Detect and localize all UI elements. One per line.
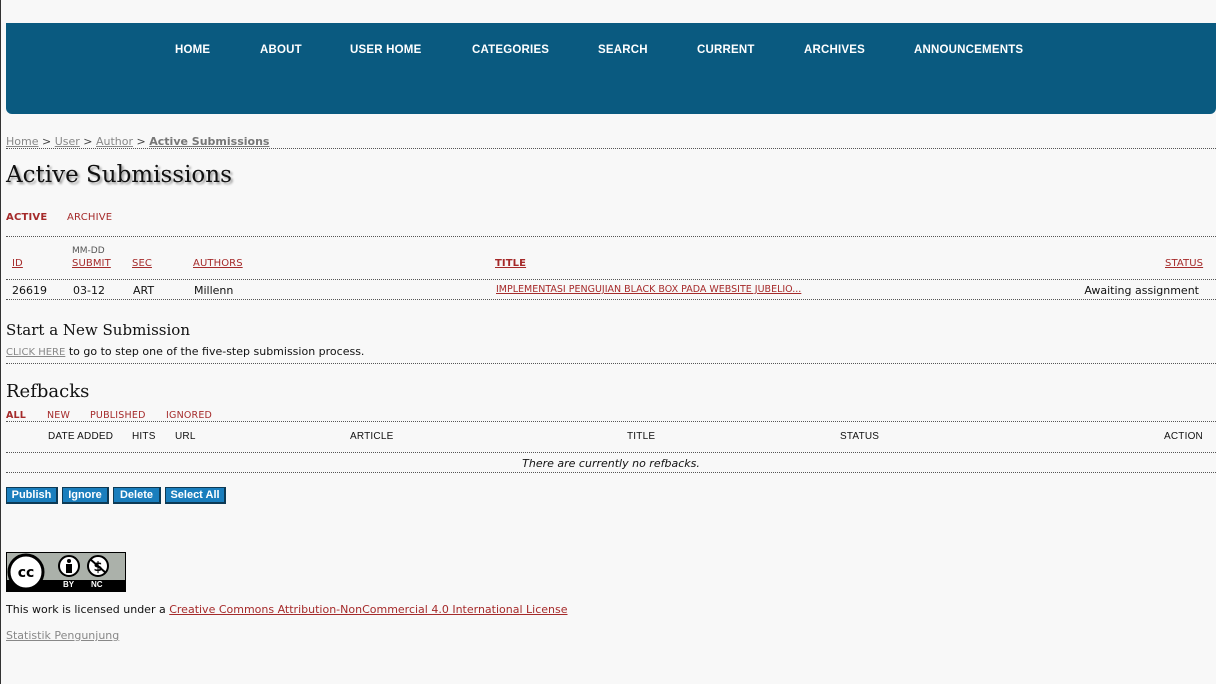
refbacks-header-url: URL bbox=[175, 431, 196, 442]
divider bbox=[6, 236, 1216, 237]
refbacks-header-date-added: DATE ADDED bbox=[48, 431, 114, 442]
select-all-button[interactable]: Select All bbox=[165, 487, 226, 504]
delete-button[interactable]: Delete bbox=[113, 487, 161, 504]
column-header-submit[interactable]: SUBMIT bbox=[72, 258, 111, 269]
filter-new[interactable]: NEW bbox=[47, 410, 70, 421]
nav-user-home[interactable]: USER HOME bbox=[350, 44, 421, 56]
breadcrumb: Home > User > Author > Active Submission… bbox=[6, 135, 269, 148]
tab-active[interactable]: ACTIVE bbox=[6, 212, 47, 223]
filter-published[interactable]: PUBLISHED bbox=[90, 410, 146, 421]
column-header-title[interactable]: TITLE bbox=[495, 258, 526, 269]
left-border bbox=[0, 0, 1, 684]
new-submission-description: to go to step one of the five-step submi… bbox=[68, 345, 365, 358]
click-here-link[interactable]: CLICK HERE bbox=[6, 347, 65, 358]
submission-title-link[interactable]: IMPLEMENTASI PENGUJIAN BLACK BOX PADA WE… bbox=[496, 284, 801, 295]
visitor-statistics-link[interactable]: Statistik Pengunjung bbox=[6, 629, 119, 642]
cc-license-badge[interactable]: cc $ BY NC bbox=[6, 552, 126, 592]
breadcrumb-home[interactable]: Home bbox=[6, 135, 38, 148]
nav-announcements[interactable]: ANNOUNCEMENTS bbox=[914, 44, 1023, 56]
column-header-mmdd: MM-DD bbox=[72, 246, 105, 256]
breadcrumb-user[interactable]: User bbox=[55, 135, 80, 148]
submission-id: 26619 bbox=[12, 284, 47, 297]
divider bbox=[6, 299, 1216, 300]
breadcrumb-separator: > bbox=[41, 135, 52, 148]
nav-about[interactable]: ABOUT bbox=[260, 44, 302, 56]
license-prefix: This work is licensed under a bbox=[6, 603, 166, 616]
new-submission-heading: Start a New Submission bbox=[6, 321, 190, 339]
filter-ignored[interactable]: IGNORED bbox=[166, 410, 212, 421]
breadcrumb-current[interactable]: Active Submissions bbox=[149, 135, 269, 148]
refbacks-header-hits: HITS bbox=[132, 431, 156, 442]
main-navbar: HOME ABOUT USER HOME CATEGORIES SEARCH C… bbox=[6, 23, 1216, 114]
refbacks-heading: Refbacks bbox=[6, 381, 90, 402]
nav-current[interactable]: CURRENT bbox=[697, 44, 755, 56]
nav-categories[interactable]: CATEGORIES bbox=[472, 44, 549, 56]
submission-section: ART bbox=[133, 284, 155, 297]
tab-archive[interactable]: ARCHIVE bbox=[67, 212, 112, 223]
nav-search[interactable]: SEARCH bbox=[598, 44, 648, 56]
column-header-authors[interactable]: AUTHORS bbox=[193, 258, 243, 269]
badge-by-label: BY bbox=[63, 580, 75, 589]
ignore-button[interactable]: Ignore bbox=[62, 487, 109, 504]
refbacks-header-status: STATUS bbox=[840, 431, 880, 442]
refbacks-header-title: TITLE bbox=[627, 431, 656, 442]
svg-text:cc: cc bbox=[18, 565, 35, 581]
license-text: This work is licensed under a Creative C… bbox=[6, 603, 568, 616]
page-title: Active Submissions bbox=[6, 162, 232, 188]
refbacks-header-action: ACTION bbox=[1164, 431, 1203, 442]
breadcrumb-separator: > bbox=[83, 135, 93, 148]
divider bbox=[6, 148, 1216, 149]
column-header-id[interactable]: ID bbox=[12, 258, 23, 269]
nav-archives[interactable]: ARCHIVES bbox=[804, 44, 865, 56]
column-header-status[interactable]: STATUS bbox=[1165, 258, 1203, 269]
breadcrumb-separator: > bbox=[136, 135, 146, 148]
publish-button[interactable]: Publish bbox=[6, 487, 58, 504]
submission-authors: Millenn bbox=[194, 284, 234, 297]
column-header-sec[interactable]: SEC bbox=[132, 258, 152, 269]
divider bbox=[6, 279, 1216, 280]
divider bbox=[6, 452, 1216, 453]
divider bbox=[6, 472, 1216, 473]
divider bbox=[6, 363, 1216, 364]
refbacks-header-article: ARTICLE bbox=[350, 431, 394, 442]
badge-nc-label: NC bbox=[91, 580, 103, 589]
nav-home[interactable]: HOME bbox=[175, 44, 210, 56]
submission-status: Awaiting assignment bbox=[1084, 284, 1199, 297]
breadcrumb-author[interactable]: Author bbox=[96, 135, 133, 148]
submission-date: 03-12 bbox=[73, 284, 105, 297]
divider bbox=[6, 421, 1216, 422]
new-submission-text: CLICK HERE to go to step one of the five… bbox=[6, 345, 364, 358]
filter-all[interactable]: ALL bbox=[6, 410, 26, 421]
refbacks-empty-message: There are currently no refbacks. bbox=[522, 457, 700, 470]
license-link[interactable]: Creative Commons Attribution-NonCommerci… bbox=[169, 603, 567, 616]
